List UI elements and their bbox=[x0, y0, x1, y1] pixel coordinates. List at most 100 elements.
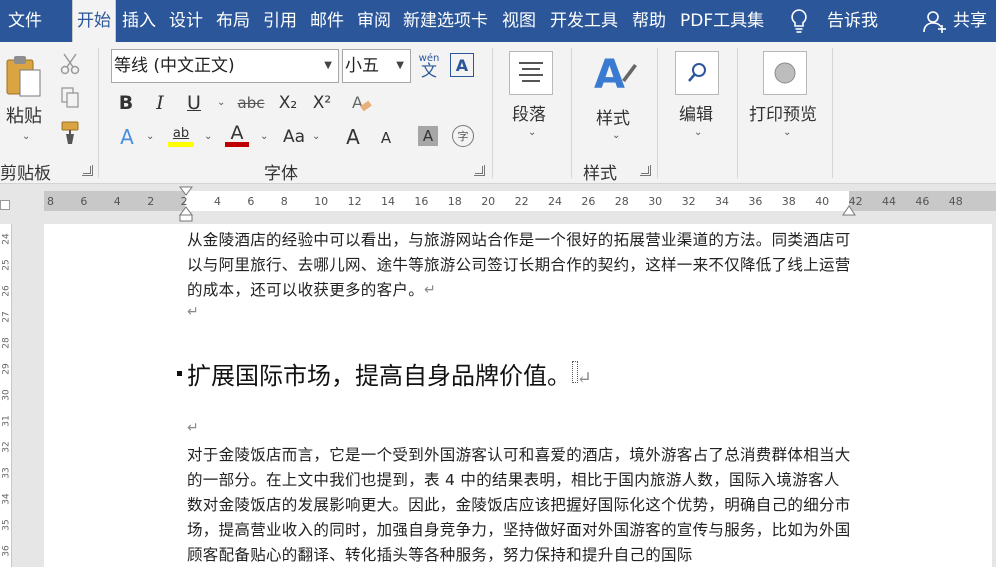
font-color-button[interactable]: A bbox=[225, 122, 249, 144]
paragraph-chevron-down-icon[interactable]: ⌄ bbox=[528, 127, 536, 138]
styles-launcher-icon[interactable] bbox=[640, 165, 651, 176]
copy-icon[interactable] bbox=[58, 86, 82, 110]
tab-insert[interactable]: 插入 bbox=[122, 0, 156, 42]
ruler-tick-label: 10 bbox=[314, 195, 329, 208]
ruler-tick-label: 48 bbox=[948, 195, 963, 208]
ruler-tick-label: 6 bbox=[247, 195, 255, 208]
bold-button[interactable]: B bbox=[116, 90, 136, 116]
change-case-chevron-down-icon[interactable]: ⌄ bbox=[312, 131, 320, 142]
text-effects-chevron-down-icon[interactable]: ⌄ bbox=[146, 131, 154, 142]
paragraph-2-text: 对于金陵饭店而言，它是一个受到外国游客认可和喜爱的酒店，境外游客占了总消费群体相… bbox=[187, 446, 851, 564]
document-page[interactable]: 从金陵酒店的经验中可以看出，与旅游网站合作是一个很好的拓展营业渠道的方法。同类酒… bbox=[44, 224, 992, 567]
tab-new-tab[interactable]: 新建选项卡 bbox=[403, 0, 488, 42]
ruler-tick-label: 22 bbox=[514, 195, 529, 208]
strikethrough-button[interactable]: abc bbox=[235, 90, 267, 116]
vertical-ruler-tick-label: 24 bbox=[1, 233, 12, 245]
ruler-tick-label: 44 bbox=[882, 195, 896, 208]
font-color-chevron-down-icon[interactable]: ⌄ bbox=[260, 131, 268, 142]
font-color-swatch bbox=[225, 142, 249, 147]
tab-design[interactable]: 设计 bbox=[169, 0, 203, 42]
paragraph-mark-icon: ↵ bbox=[424, 282, 437, 298]
shrink-font-button[interactable]: A bbox=[376, 126, 396, 150]
clipboard-group-label: 剪贴板 bbox=[0, 164, 51, 184]
format-painter-icon[interactable] bbox=[58, 120, 84, 146]
italic-button[interactable]: I bbox=[150, 90, 170, 116]
lightbulb-icon[interactable] bbox=[788, 0, 810, 42]
group-divider bbox=[657, 48, 658, 178]
paragraph-1-text: 从金陵酒店的经验中可以看出，与旅游网站合作是一个很好的拓展营业渠道的方法。同类酒… bbox=[187, 231, 851, 299]
tab-view[interactable]: 视图 bbox=[502, 0, 536, 42]
tab-mailings[interactable]: 邮件 bbox=[310, 0, 344, 42]
underline-button[interactable]: U bbox=[184, 90, 204, 116]
font-name-combo[interactable]: 等线 (中文正文) ▼ bbox=[111, 49, 339, 83]
ruler-tick-label: 2 bbox=[147, 195, 155, 208]
clear-formatting-icon[interactable]: A bbox=[350, 90, 374, 116]
paragraph-mark-icon: ↵ bbox=[187, 304, 199, 320]
tell-me-search[interactable]: 告诉我 bbox=[827, 0, 878, 42]
ruler-tick-label: 18 bbox=[447, 195, 462, 208]
vertical-ruler-tick-label: 28 bbox=[1, 337, 12, 349]
print-preview-chevron-down-icon[interactable]: ⌄ bbox=[783, 127, 791, 138]
ruler-tick-label: 32 bbox=[681, 195, 696, 208]
paragraph-mark-icon: ↵ bbox=[187, 420, 199, 436]
tab-review[interactable]: 审阅 bbox=[357, 0, 391, 42]
paste-chevron-down-icon[interactable]: ⌄ bbox=[22, 131, 30, 142]
paste-button[interactable]: 粘贴 bbox=[6, 102, 42, 128]
ruler-tick-label: 26 bbox=[581, 195, 596, 208]
paragraph-2[interactable]: 对于金陵饭店而言，它是一个受到外国游客认可和喜爱的酒店，境外游客占了总消费群体相… bbox=[187, 443, 852, 567]
tab-help[interactable]: 帮助 bbox=[632, 0, 666, 42]
font-launcher-icon[interactable] bbox=[474, 165, 485, 176]
tab-pdf-tools[interactable]: PDF工具集 bbox=[680, 0, 764, 42]
subscript-button[interactable]: X₂ bbox=[276, 90, 300, 116]
ruler-tick-label: 14 bbox=[381, 195, 395, 208]
clipboard-launcher-icon[interactable] bbox=[82, 165, 93, 176]
group-divider bbox=[832, 48, 833, 178]
underline-chevron-down-icon[interactable]: ⌄ bbox=[217, 97, 225, 108]
paragraph-1[interactable]: 从金陵酒店的经验中可以看出，与旅游网站合作是一个很好的拓展营业渠道的方法。同类酒… bbox=[187, 228, 852, 303]
chevron-down-icon[interactable]: ▼ bbox=[324, 50, 332, 82]
styles-button[interactable]: 样式 bbox=[596, 104, 630, 129]
vertical-ruler-tick-label: 30 bbox=[1, 389, 12, 401]
tab-home[interactable]: 开始 bbox=[72, 0, 116, 42]
share-button[interactable]: 共享 bbox=[953, 0, 987, 42]
right-indent-marker[interactable] bbox=[842, 204, 856, 216]
ruler-tick-label: 4 bbox=[214, 195, 221, 208]
paste-icon[interactable] bbox=[4, 52, 44, 102]
heading-2[interactable]: 扩展国际市场，提高自身品牌价值。 ↵ bbox=[187, 356, 592, 391]
highlight-chevron-down-icon[interactable]: ⌄ bbox=[204, 131, 212, 142]
cut-icon[interactable] bbox=[58, 52, 82, 76]
character-border-button[interactable]: A bbox=[450, 53, 474, 77]
ruler-tick-label: 16 bbox=[414, 195, 429, 208]
tab-developer[interactable]: 开发工具 bbox=[550, 0, 618, 42]
first-line-indent-marker[interactable] bbox=[178, 186, 194, 222]
tab-references[interactable]: 引用 bbox=[263, 0, 297, 42]
phonetic-guide-button[interactable]: wén 文 bbox=[416, 50, 442, 80]
enclose-characters-button[interactable]: 字 bbox=[452, 125, 474, 147]
ruler-tick-label: 28 bbox=[614, 195, 629, 208]
change-case-button[interactable]: Aa bbox=[280, 124, 308, 150]
tab-layout[interactable]: 布局 bbox=[216, 0, 250, 42]
print-preview-button[interactable]: 打印预览 bbox=[749, 100, 817, 125]
superscript-button[interactable]: X² bbox=[310, 90, 334, 116]
highlight-button[interactable]: ab bbox=[168, 122, 194, 144]
font-size-combo[interactable]: 小五 ▼ bbox=[342, 49, 411, 83]
tab-file[interactable]: 文件 bbox=[0, 0, 56, 42]
ruler-tick-label: 36 bbox=[748, 195, 763, 208]
styles-chevron-down-icon[interactable]: ⌄ bbox=[612, 130, 620, 141]
print-preview-icon[interactable] bbox=[763, 51, 807, 95]
vertical-ruler-tick-label: 34 bbox=[1, 493, 12, 505]
user-icon[interactable] bbox=[922, 0, 948, 42]
tab-selector[interactable] bbox=[0, 200, 10, 210]
heading-bullet-icon bbox=[177, 371, 182, 376]
search-icon[interactable] bbox=[675, 51, 719, 95]
character-shading-button[interactable]: A bbox=[418, 126, 438, 146]
paragraph-button[interactable]: 段落 bbox=[512, 100, 546, 125]
text-effects-button[interactable]: A bbox=[116, 124, 138, 150]
styles-icon[interactable]: A bbox=[592, 50, 638, 100]
editing-button[interactable]: 编辑 bbox=[679, 100, 713, 125]
chevron-down-icon[interactable]: ▼ bbox=[396, 50, 404, 82]
grow-font-button[interactable]: A bbox=[342, 124, 364, 150]
paragraph-icon[interactable] bbox=[509, 51, 553, 95]
font-group-label: 字体 bbox=[264, 164, 298, 184]
editing-chevron-down-icon[interactable]: ⌄ bbox=[694, 127, 702, 138]
